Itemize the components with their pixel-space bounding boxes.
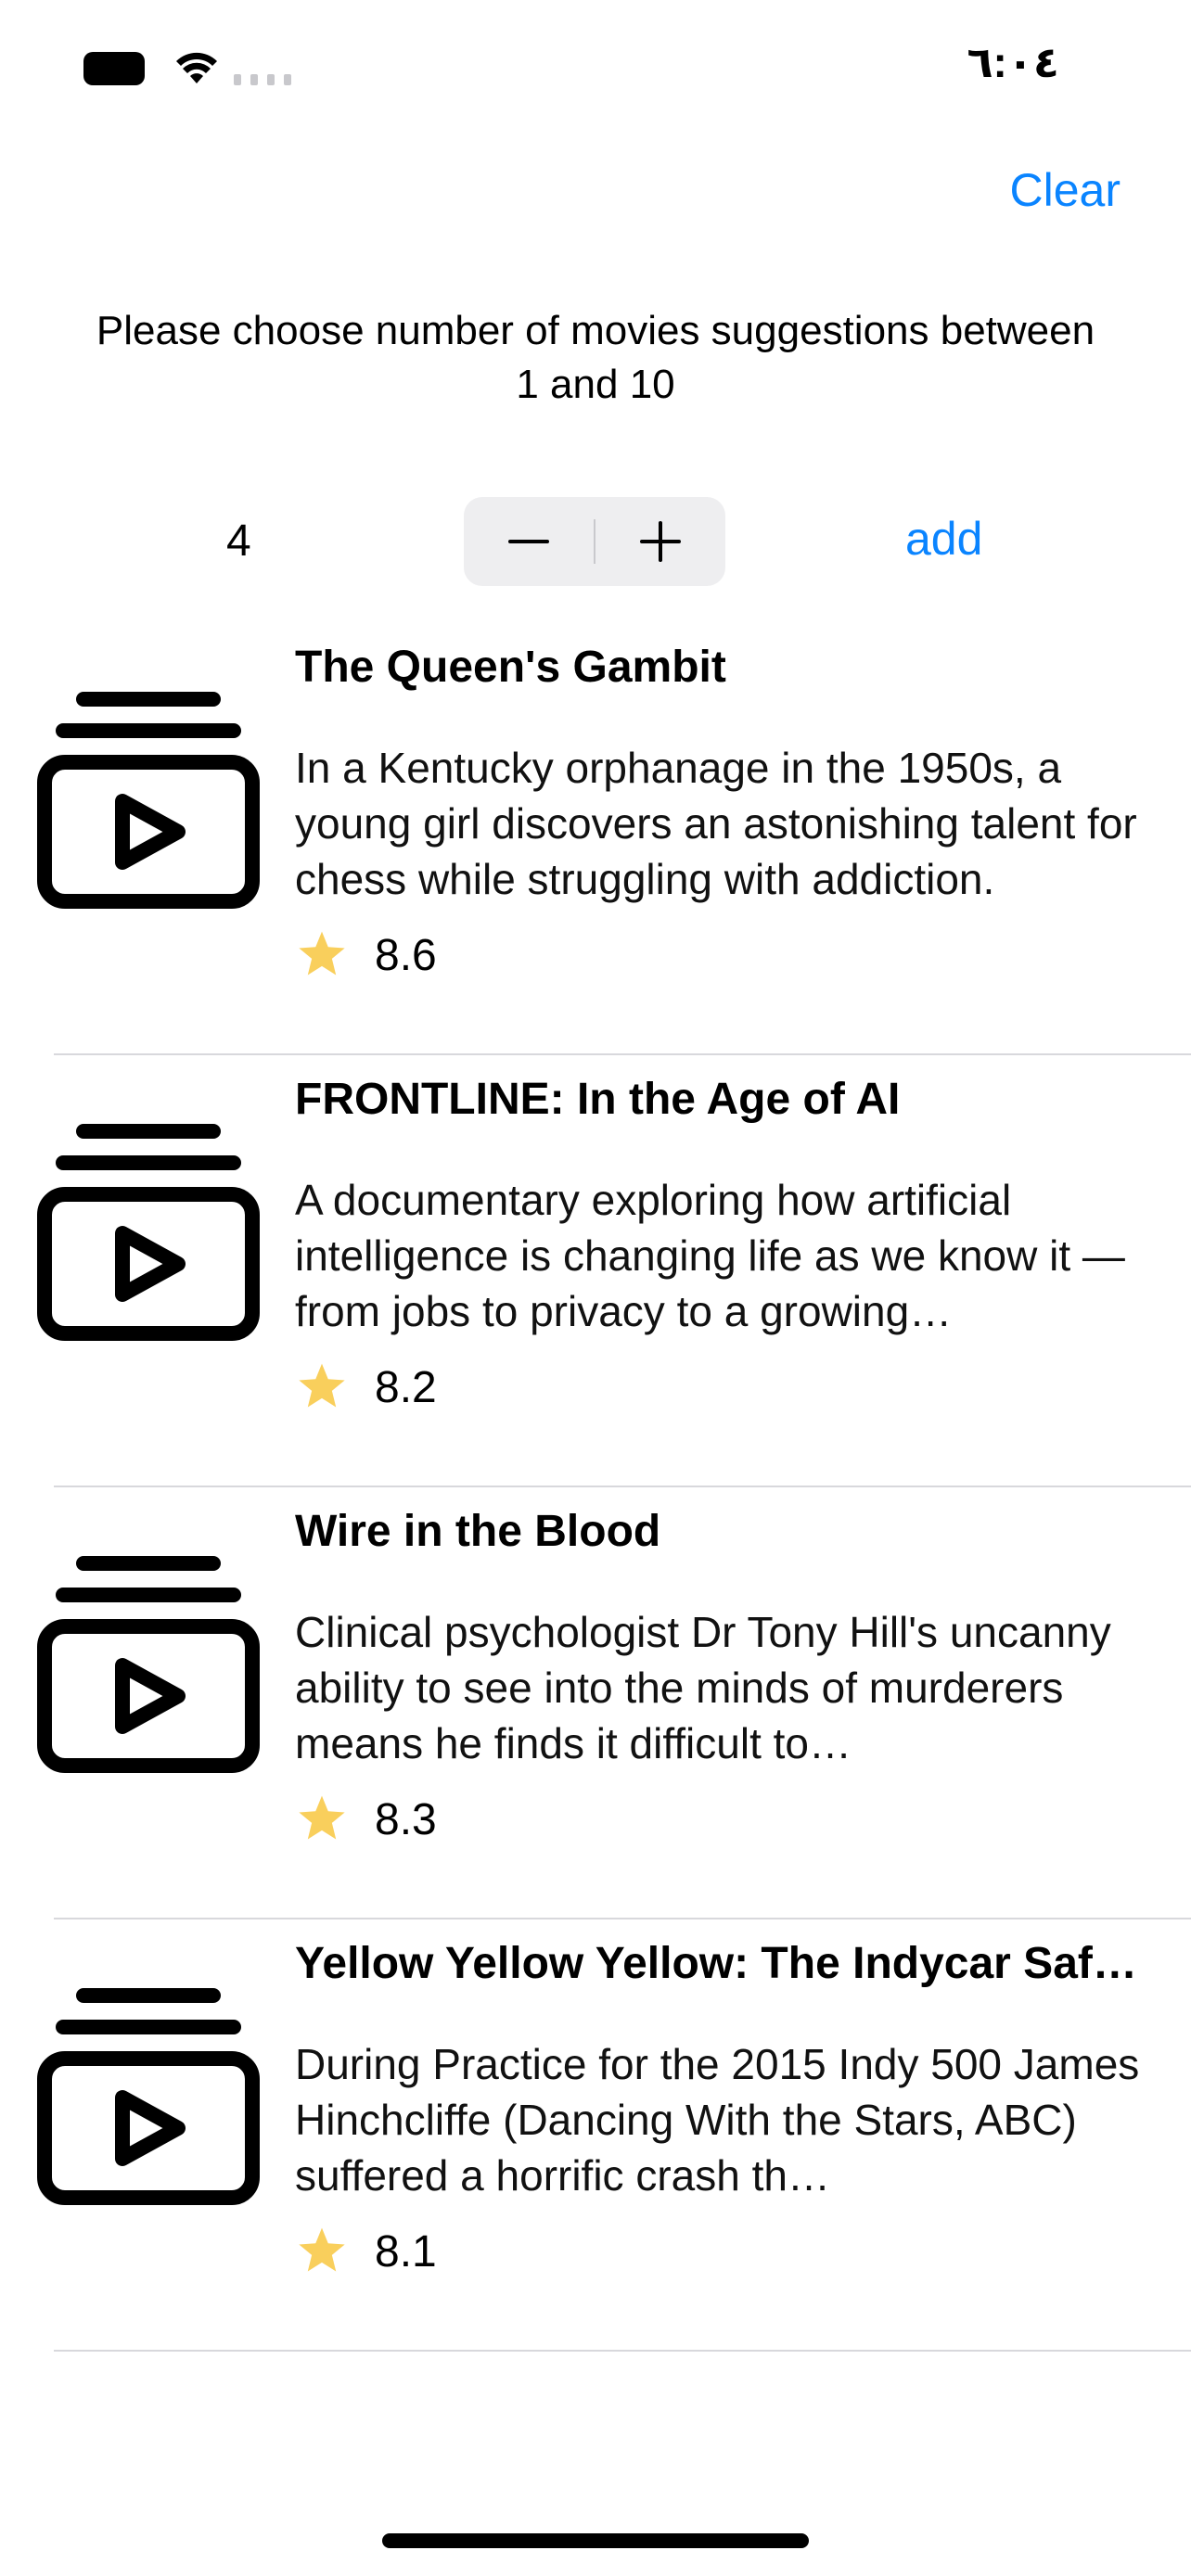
play-rectangle-on-rectangle-icon	[37, 1988, 260, 2205]
battery-icon	[83, 52, 148, 85]
rating-value: 8.3	[375, 1794, 437, 1844]
cellular-signal-icon	[234, 74, 291, 85]
movie-row[interactable]: Yellow Yellow Yellow: The Indycar Saf… D…	[0, 1919, 1191, 2352]
movie-rating: 8.1	[295, 2224, 437, 2279]
movie-description: In a Kentucky orphanage in the 1950s, a …	[295, 744, 1137, 903]
star-icon	[299, 1795, 345, 1840]
movie-list: The Queen's Gambit In a Kentucky orphana…	[0, 623, 1191, 2352]
home-indicator[interactable]	[382, 2533, 809, 2548]
instructions-text: Please choose number of movies suggestio…	[0, 304, 1191, 412]
rating-value: 8.2	[375, 1362, 437, 1412]
status-time: ٦:٠٤	[967, 38, 1059, 86]
movie-rating: 8.2	[295, 1359, 437, 1415]
play-rectangle-on-rectangle-icon	[37, 1556, 260, 1773]
play-rectangle-on-rectangle-icon	[37, 1124, 260, 1341]
movie-title: The Queen's Gambit	[295, 643, 726, 692]
rating-value: 8.1	[375, 2226, 437, 2276]
decrement-button[interactable]	[464, 497, 594, 586]
movie-rating: 8.6	[295, 927, 437, 983]
movie-description: During Practice for the 2015 Indy 500 Ja…	[295, 2040, 1140, 2200]
star-icon	[299, 2227, 345, 2272]
suggestion-count: 4	[226, 516, 251, 566]
play-rectangle-on-rectangle-icon	[37, 692, 260, 909]
movie-title: Yellow Yellow Yellow: The Indycar Saf…	[295, 1939, 1137, 1988]
instructions-label: Please choose number of movies suggestio…	[96, 308, 1095, 407]
movie-description: A documentary exploring how artificial i…	[295, 1176, 1125, 1335]
minus-icon	[508, 540, 549, 543]
movie-row[interactable]: FRONTLINE: In the Age of AI A documentar…	[0, 1055, 1191, 1487]
movie-row[interactable]: The Queen's Gambit In a Kentucky orphana…	[0, 623, 1191, 1055]
add-button[interactable]: add	[905, 512, 982, 566]
increment-button[interactable]	[596, 497, 725, 586]
movie-title: FRONTLINE: In the Age of AI	[295, 1075, 901, 1124]
movie-description: Clinical psychologist Dr Tony Hill's unc…	[295, 1608, 1111, 1767]
movie-title: Wire in the Blood	[295, 1507, 661, 1556]
movie-rating: 8.3	[295, 1792, 437, 1847]
movie-row[interactable]: Wire in the Blood Clinical psychologist …	[0, 1487, 1191, 1919]
star-icon	[299, 1363, 345, 1408]
row-divider	[54, 2350, 1191, 2352]
count-stepper[interactable]	[464, 497, 725, 586]
wifi-icon	[176, 52, 217, 83]
plus-icon	[640, 521, 681, 562]
clear-button[interactable]: Clear	[1010, 163, 1121, 217]
rating-value: 8.6	[375, 930, 437, 980]
status-bar: ٦:٠٤	[0, 0, 1191, 130]
star-icon	[299, 931, 345, 976]
